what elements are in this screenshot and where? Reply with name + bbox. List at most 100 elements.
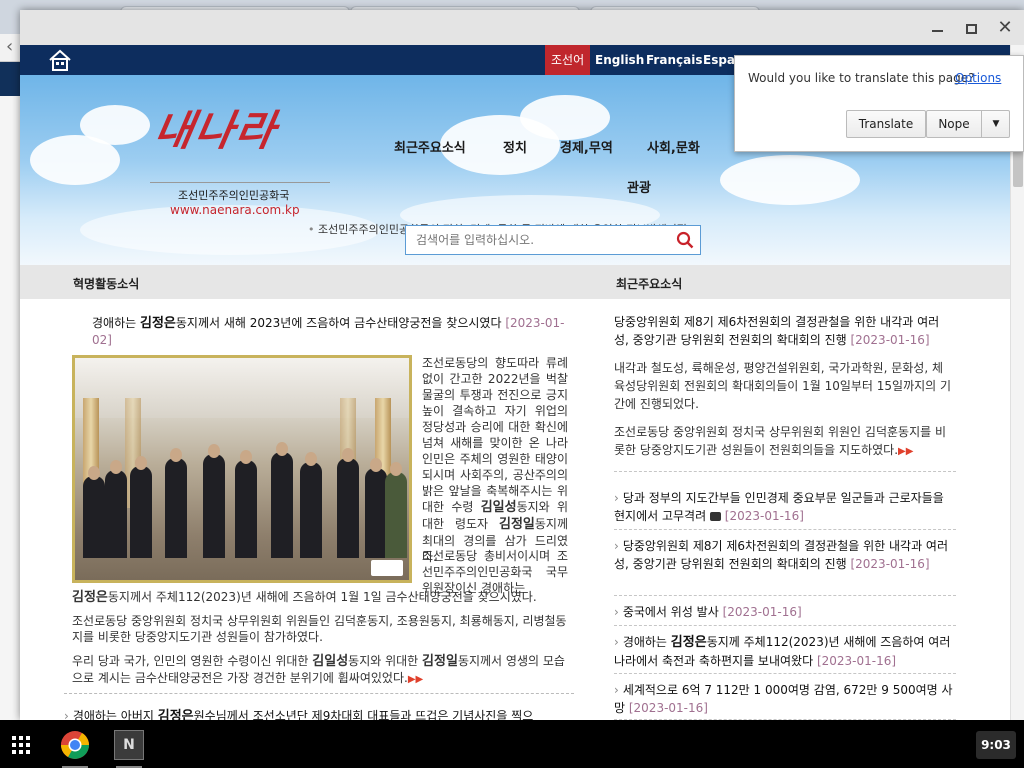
menu-society[interactable]: 사회,문화 — [647, 137, 700, 156]
lang-korean[interactable]: 조선어 — [545, 45, 591, 75]
leader-name: 김일성 — [312, 654, 349, 669]
dashed-divider — [614, 471, 956, 472]
app-launcher-icon[interactable] — [8, 732, 34, 758]
more-arrow-icon[interactable]: ▶▶ — [898, 446, 913, 457]
logo-divider — [150, 182, 330, 183]
chevron-down-icon: ▼ — [992, 119, 1000, 129]
photo-person — [300, 462, 322, 558]
news-date: [2023-01-16] — [724, 509, 804, 523]
menu-latest-news[interactable]: 최근주요소식 — [394, 137, 466, 156]
photo-person-head — [110, 460, 122, 474]
menu-tourism[interactable]: 관광 — [627, 177, 651, 196]
photo-person-head — [305, 452, 317, 466]
dashed-divider — [614, 673, 956, 674]
cloud-decoration — [80, 105, 150, 145]
news-date: [2023-01-16] — [628, 701, 708, 715]
news-list-item[interactable]: › 세계적으로 6억 7 112만 1 000여명 감염, 672만 9 500여… — [614, 681, 954, 717]
menu-politics[interactable]: 정치 — [503, 137, 527, 156]
photo-person — [83, 476, 105, 558]
translate-popup: Would you like to translate this page? O… — [734, 55, 1024, 152]
search-icon[interactable] — [676, 231, 694, 249]
leader-name: 김정은 — [670, 635, 707, 650]
photo-person-head — [240, 450, 252, 464]
leader-name: 김일성 — [480, 500, 517, 515]
chrome-icon[interactable] — [58, 728, 92, 762]
photo-person-head — [370, 458, 382, 472]
minimize-icon — [931, 29, 943, 32]
link-text: 원수님께서 조선소년단 제9차대회 대표들과 뜨겁은 기념사진을 찍으 — [193, 709, 534, 720]
leader-name: 김정일 — [422, 654, 458, 669]
photo-person-head — [135, 456, 147, 470]
news-list-item[interactable]: › 당과 정부의 지도간부들 인민경제 중요부문 일군들과 근로자들을 현지에서 … — [614, 489, 954, 525]
photo-person — [235, 460, 257, 558]
camera-icon — [709, 512, 721, 521]
menu-economy[interactable]: 경제,무역 — [560, 137, 613, 156]
photo-watermark — [371, 560, 403, 576]
dashed-divider — [64, 693, 574, 694]
window-titlebar[interactable]: ✕ — [20, 10, 1024, 45]
leader-name: 김정은 — [139, 316, 176, 331]
logo-subtitle: 조선민주주의인민공화국 — [178, 189, 290, 202]
section-title-revolutionary: 혁명활동소식 — [73, 277, 140, 291]
right-lead-desc: 조선로동당 중앙위원회 정치국 상무위원회 위원인 김덕훈동지를 비롯한 당중앙… — [614, 423, 954, 461]
news-desc: 내각과 철도성, 륙해운성, 평양건설위원회, 국가과학원, 문화성, 체육성당… — [614, 361, 952, 411]
taskbar: N 9:03 — [0, 720, 1024, 768]
back-arrow-icon[interactable]: ‹ — [6, 36, 13, 57]
close-icon: ✕ — [997, 17, 1013, 38]
search-box — [405, 225, 701, 255]
news-date: [2023-01-16] — [850, 557, 930, 571]
leader-name: 김정은 — [157, 709, 194, 720]
photo-person — [130, 466, 152, 558]
news-list-item[interactable]: › 중국에서 위성 발사 [2023-01-16] — [614, 603, 954, 621]
lead-article-title[interactable]: 경애하는 김정은동지께서 새해 2023년에 즈음하여 금수산태양궁전을 찾으시… — [92, 315, 570, 348]
paragraph-text: 조선로동당 중앙위원회 정치국 상무위원회 위원들인 김덕훈동지, 조용원동지,… — [72, 614, 567, 644]
article-paragraph: 김정은동지께서 주체112(2023)년 새해에 즈음하여 1월 1일 금수산태… — [72, 589, 572, 606]
news-list-item[interactable]: › 경애하는 김정은동지께 주체112(2023)년 새해에 즈음하여 여러 나라… — [614, 633, 954, 670]
news-title: 중국에서 위성 발사 — [622, 605, 723, 619]
logo-url[interactable]: www.naenara.com.kp — [170, 203, 300, 217]
photo-person-head — [390, 462, 402, 476]
background-page — [0, 96, 20, 720]
photo-person — [337, 458, 359, 558]
translate-options-link[interactable]: Options — [955, 71, 1001, 85]
close-button[interactable]: ✕ — [990, 16, 1020, 40]
translate-button[interactable]: Translate — [846, 110, 926, 138]
title-text: 동지께서 새해 2023년에 즈음하여 금수산태양궁전을 찾으시였다 — [175, 316, 506, 330]
photo-person — [165, 458, 187, 558]
paragraph-text: 우리 당과 국가, 인민의 영원한 수령이신 위대한 — [72, 654, 313, 668]
cloud-decoration — [520, 95, 610, 140]
dashed-divider — [614, 529, 956, 530]
right-lead-desc: 내각과 철도성, 륙해운성, 평양건설위원회, 국가과학원, 문화성, 체육성당… — [614, 359, 954, 413]
photo-person-head — [342, 448, 354, 462]
home-icon[interactable] — [48, 49, 72, 71]
title-text: 경애하는 — [92, 316, 140, 330]
site-logo[interactable]: 내나라 — [150, 97, 283, 158]
news-title: 경애하는 — [622, 635, 671, 649]
news-date: [2023-01-16] — [850, 333, 930, 347]
dashed-divider — [614, 595, 956, 596]
right-lead-title[interactable]: 당중앙위원회 제8기 제6차전원회의 결정관철을 위한 내각과 여러 성, 중앙… — [614, 313, 954, 349]
more-arrow-icon[interactable]: ▶▶ — [408, 674, 423, 685]
photo-person — [385, 472, 407, 558]
photo-person — [365, 468, 387, 558]
photo-scene — [75, 358, 409, 580]
app-n-icon[interactable]: N — [114, 730, 144, 760]
news-list-item[interactable]: › 당중앙위원회 제8기 제6차전원회의 결정관철을 위한 내각과 여러 성, 중… — [614, 537, 954, 573]
lead-article-photo[interactable] — [72, 355, 412, 583]
maximize-button[interactable] — [956, 16, 986, 40]
nope-button[interactable]: Nope ▼ — [926, 110, 1010, 138]
search-input[interactable] — [406, 226, 666, 254]
system-clock[interactable]: 9:03 — [976, 731, 1016, 759]
photo-person — [271, 452, 293, 558]
news-date: [2023-01-16] — [816, 654, 897, 668]
photo-people — [75, 442, 409, 558]
paragraph-text: 동지께서 주체112(2023)년 새해에 즈음하여 1월 1일 금수산태양궁전… — [107, 590, 537, 604]
dashed-divider — [614, 625, 956, 626]
leader-name: 김정은 — [72, 590, 108, 605]
minimize-button[interactable] — [922, 16, 952, 40]
article-paragraph: 조선로동당의 향도따라 류례없이 간고한 2022년을 벅찰물굴의 투쟁과 전진… — [422, 355, 568, 565]
scrollbar-thumb[interactable] — [1013, 151, 1023, 187]
next-article-link[interactable]: › 경애하는 아버지 김정은원수님께서 조선소년단 제9차대회 대표들과 뜨겁은 … — [64, 705, 533, 720]
nope-dropdown[interactable]: ▼ — [981, 111, 1010, 137]
photo-person-head — [208, 444, 220, 458]
